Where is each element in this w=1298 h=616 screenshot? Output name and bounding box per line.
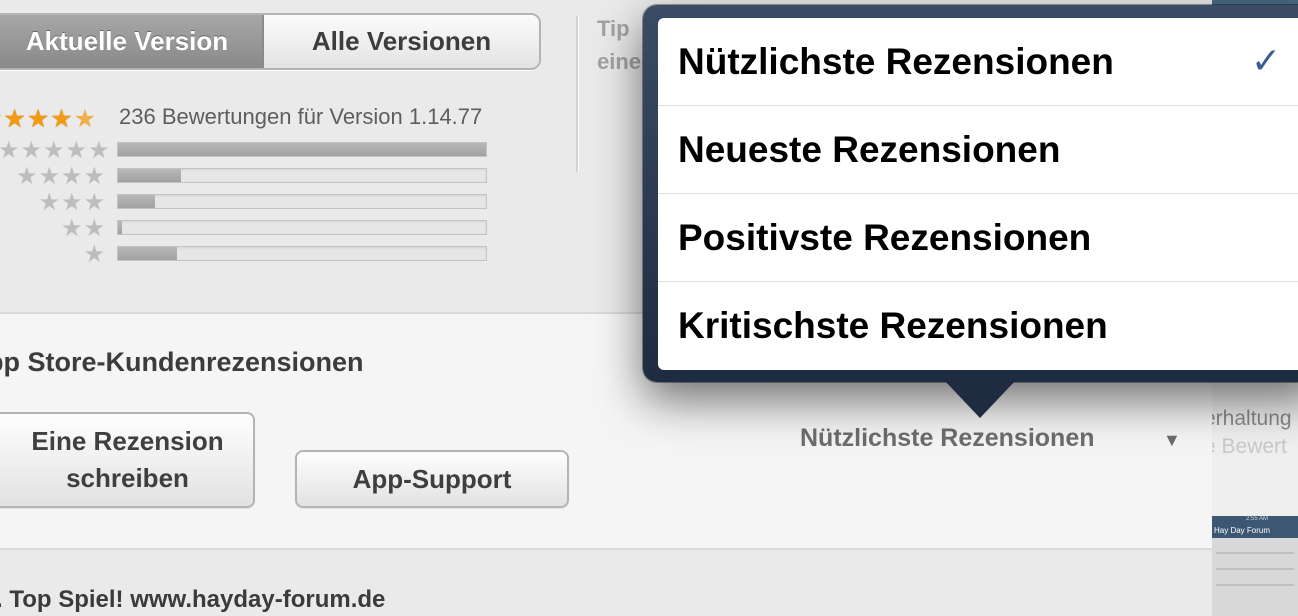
distribution-bar-fill [118,169,181,182]
review-title[interactable]: . Top Spiel! www.hayday-forum.de [0,586,385,614]
menu-item-newest[interactable]: Neueste Rezensionen [658,106,1298,194]
tip-text-fragment: Tip eine [597,12,641,78]
distribution-stars: ★ [0,240,106,269]
distribution-bar-fill [118,247,177,260]
star-icon: ★ [60,163,84,190]
star-icon: ★ [38,163,61,190]
menu-item-label: Neueste Rezensionen [678,129,1061,170]
star-icon: ★ [83,163,106,190]
star-icon: ★ [26,105,51,133]
menu-item-label: Nützlichste Rezensionen [678,41,1114,82]
star-icon: ★ [20,137,44,164]
menu-item-most-helpful[interactable]: Nützlichste Rezensionen ✓ [658,18,1298,106]
thumbnail-line [1216,584,1294,586]
star-icon: ★ [38,189,61,216]
side-panel-line-1: erhaltung [1212,407,1292,430]
star-icon: ★ [15,163,39,190]
star-icon: ★ [83,241,106,268]
average-rating-stars: ★★★★★ [0,104,97,134]
version-segmented-control: Aktuelle Version Alle Versionen [0,13,541,70]
current-version-tab[interactable]: Aktuelle Version [0,15,264,68]
star-icon: ★ [3,105,27,133]
distribution-bar-fill [118,221,122,234]
star-icon: ★ [83,215,106,242]
review-divider [0,548,1212,550]
write-review-button[interactable]: Eine Rezension schreiben [0,412,255,508]
app-support-button[interactable]: App-Support [295,450,569,508]
distribution-bar [117,194,487,209]
thumbnail-line [1216,568,1294,570]
distribution-bar [117,220,487,235]
rating-count-label: 236 Bewertungen für Version 1.14.77 [119,104,483,129]
all-versions-tab[interactable]: Alle Versionen [264,15,539,68]
vertical-divider [576,16,578,172]
menu-item-most-positive[interactable]: Positivste Rezensionen [658,194,1298,282]
star-icon: ★ [50,105,74,133]
star-icon: ★ [60,189,84,216]
sort-menu: Nützlichste Rezensionen ✓ Neueste Rezens… [658,18,1298,370]
star-icon: ★ [88,137,111,164]
thumbnail-time: 2:55 AM [1246,516,1269,522]
menu-item-label: Kritischste Rezensionen [678,305,1108,346]
star-icon: ★ [60,215,84,242]
tip-text-line: Tip [597,16,630,41]
distribution-bar-fill [118,143,486,156]
distribution-bar [117,168,487,183]
menu-item-label: Positivste Rezensionen [678,217,1092,258]
popover-arrow [944,380,1016,418]
star-icon: ★ [73,105,98,133]
distribution-stars: ★★★ [0,188,106,217]
distribution-bar [117,246,487,261]
screenshot-thumbnail[interactable]: 2:55 AM Hay Day Forum [1212,516,1298,616]
checkmark-icon: ✓ [1251,40,1282,81]
reviews-heading: pp Store-Kundenrezensionen [0,347,364,377]
distribution-stars: ★★★★★ [0,136,110,165]
distribution-bar [117,142,487,157]
star-icon: ★ [43,137,66,164]
distribution-stars: ★★ [0,214,106,243]
side-panel-line-2: e Bewert [1212,435,1287,458]
thumbnail-label: Hay Day Forum [1214,526,1271,535]
menu-item-most-critical[interactable]: Kritischste Rezensionen [658,282,1298,370]
dropdown-arrow-icon[interactable]: ▼ [1163,430,1181,451]
side-panel-text: erhaltung e Bewert [1212,405,1292,461]
sort-dropdown-label[interactable]: Nützlichste Rezensionen [800,424,1095,453]
star-icon: ★ [0,137,21,164]
distribution-stars: ★★★★ [0,162,106,191]
star-icon: ★ [65,137,89,164]
distribution-bar-fill [118,195,155,208]
star-icon: ★ [83,189,106,216]
tip-text-line: eine [597,49,642,74]
thumbnail-line [1216,552,1294,554]
